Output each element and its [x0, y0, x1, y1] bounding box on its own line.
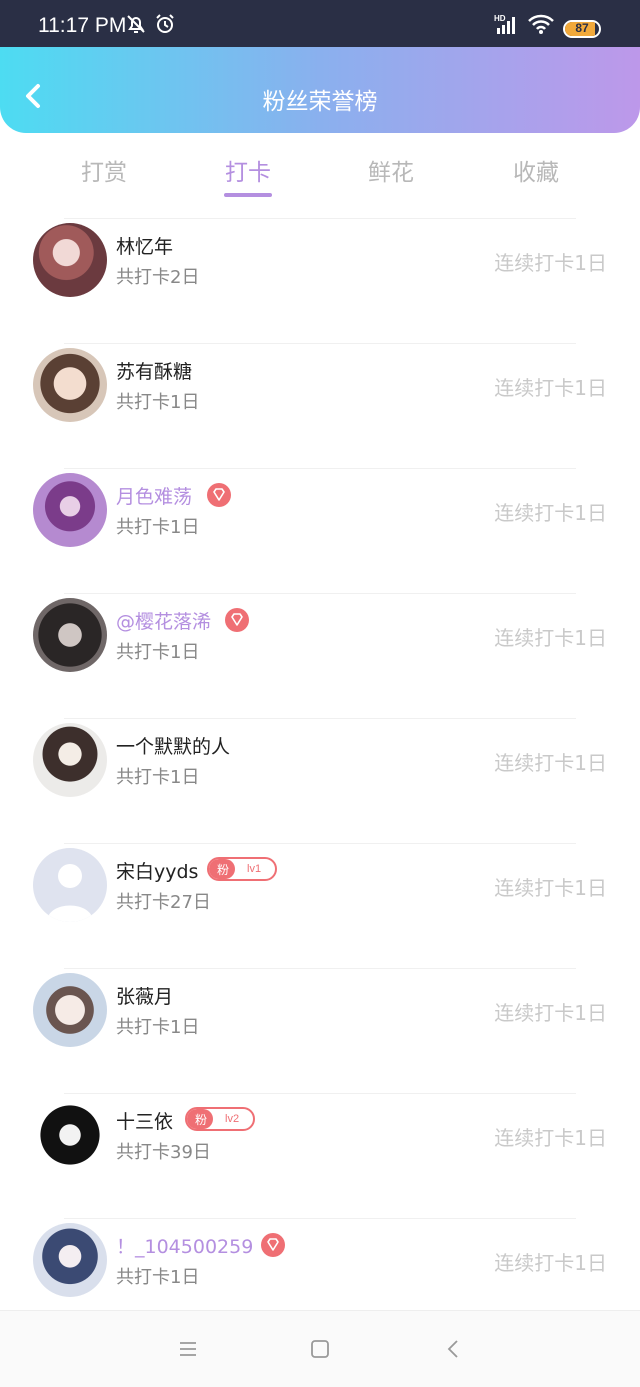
- total-checkins: 共打卡39日: [116, 1142, 211, 1163]
- bell-off-icon: [127, 15, 145, 33]
- user-name: 宋白yyds: [116, 861, 199, 883]
- avatar[interactable]: [33, 723, 107, 797]
- system-nav-bar: [0, 1310, 640, 1387]
- diamond-icon: [225, 608, 249, 632]
- tab-xianhua[interactable]: 鲜花: [341, 153, 441, 187]
- user-name: 张薇月: [116, 986, 174, 1008]
- total-checkins: 共打卡1日: [116, 392, 200, 413]
- user-name: 苏有酥糖: [116, 361, 193, 383]
- user-name: ！_104500259: [116, 1236, 254, 1258]
- menu-icon[interactable]: [176, 1337, 200, 1361]
- list-item[interactable]: 苏有酥糖 共打卡1日 连续打卡1日: [0, 343, 640, 468]
- wifi-icon: [528, 14, 554, 34]
- streak-label: 连续打卡1日: [494, 626, 607, 650]
- avatar[interactable]: [33, 223, 107, 297]
- diamond-icon: [261, 1233, 285, 1257]
- svg-text:HD: HD: [494, 14, 506, 23]
- total-checkins: 共打卡27日: [116, 892, 211, 913]
- user-name: 十三依: [116, 1111, 174, 1133]
- divider: [64, 718, 576, 719]
- list-item[interactable]: 张薇月 共打卡1日 连续打卡1日: [0, 968, 640, 1093]
- page-title: 粉丝荣誉榜: [262, 89, 378, 115]
- user-name: 月色难荡: [116, 486, 193, 508]
- divider: [64, 343, 576, 344]
- list-item[interactable]: 月色难荡 共打卡1日 连续打卡1日: [0, 468, 640, 593]
- avatar[interactable]: [33, 973, 107, 1047]
- back-icon[interactable]: [442, 1337, 466, 1361]
- divider: [64, 1218, 576, 1219]
- user-name: 林忆年: [116, 236, 174, 258]
- divider: [64, 1093, 576, 1094]
- default-avatar-icon: [47, 864, 93, 922]
- user-name: 一个默默的人: [116, 736, 231, 758]
- fan-level-badge: 粉 lv1: [207, 857, 278, 881]
- total-checkins: 共打卡1日: [116, 1267, 200, 1288]
- list-item[interactable]: 十三依 粉 lv2 共打卡39日 连续打卡1日: [0, 1093, 640, 1218]
- fan-level-badge: 粉 lv2: [185, 1107, 256, 1131]
- streak-label: 连续打卡1日: [494, 1251, 607, 1275]
- avatar[interactable]: [33, 348, 107, 422]
- avatar[interactable]: [33, 1223, 107, 1297]
- streak-label: 连续打卡1日: [494, 751, 607, 775]
- streak-label: 连续打卡1日: [494, 251, 607, 275]
- streak-label: 连续打卡1日: [494, 501, 607, 525]
- tab-daka[interactable]: 打卡: [198, 153, 298, 187]
- streak-label: 连续打卡1日: [494, 876, 607, 900]
- avatar[interactable]: [33, 598, 107, 672]
- active-tab-underline: [224, 193, 272, 197]
- divider: [64, 468, 576, 469]
- avatar[interactable]: [33, 1098, 107, 1172]
- diamond-icon: [207, 483, 231, 507]
- status-bar: 11:17 PM HD 87: [0, 0, 640, 47]
- total-checkins: 共打卡1日: [116, 517, 200, 538]
- square-icon[interactable]: [308, 1337, 332, 1361]
- avatar[interactable]: [33, 848, 107, 922]
- total-checkins: 共打卡1日: [116, 1017, 200, 1038]
- status-time: 11:17 PM: [38, 14, 127, 37]
- alarm-icon: [156, 14, 174, 33]
- list-item[interactable]: 一个默默的人 共打卡1日 连续打卡1日: [0, 718, 640, 843]
- header-bar: 11:17 PM HD 87 粉丝荣誉榜: [0, 0, 640, 133]
- fan-level: lv1: [247, 863, 262, 875]
- battery-indicator: 87: [563, 20, 601, 38]
- total-checkins: 共打卡1日: [116, 642, 200, 663]
- signal-icon: HD: [494, 14, 515, 34]
- streak-label: 连续打卡1日: [494, 376, 607, 400]
- fan-label: 粉: [187, 1109, 214, 1129]
- streak-label: 连续打卡1日: [494, 1001, 607, 1025]
- list-item[interactable]: @樱花落浠 共打卡1日 连续打卡1日: [0, 593, 640, 718]
- divider: [64, 593, 576, 594]
- fan-level: lv2: [225, 1113, 240, 1125]
- tab-bar: 打赏 打卡 鲜花 收藏: [0, 133, 640, 203]
- total-checkins: 共打卡2日: [116, 267, 200, 288]
- streak-label: 连续打卡1日: [494, 1126, 607, 1150]
- divider: [64, 218, 576, 219]
- divider: [64, 968, 576, 969]
- battery-level: 87: [575, 21, 589, 35]
- tab-dashang[interactable]: 打赏: [54, 153, 154, 187]
- list-item[interactable]: 宋白yyds 粉 lv1 共打卡27日 连续打卡1日: [0, 843, 640, 968]
- divider: [64, 843, 576, 844]
- user-name: @樱花落浠: [116, 611, 212, 633]
- list-item[interactable]: 林忆年 共打卡2日 连续打卡1日: [0, 218, 640, 343]
- avatar[interactable]: [33, 473, 107, 547]
- tab-shoucang[interactable]: 收藏: [486, 153, 586, 187]
- fan-label: 粉: [209, 859, 236, 879]
- total-checkins: 共打卡1日: [116, 767, 200, 788]
